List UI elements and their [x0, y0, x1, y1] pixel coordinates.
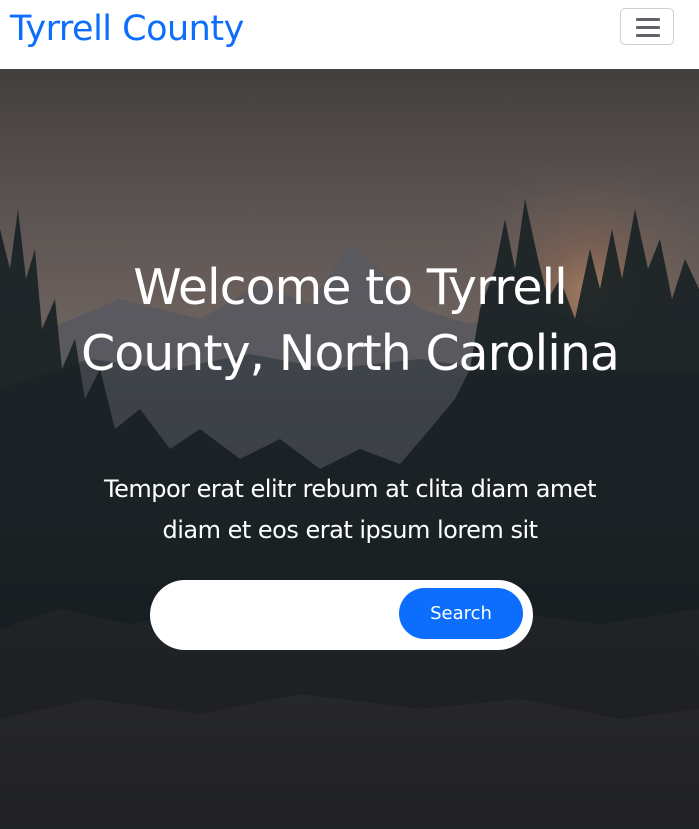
hero-title: Welcome to Tyrrell County, North Carolin… [81, 259, 620, 382]
hamburger-menu-icon [636, 18, 660, 37]
hero-background-image [0, 69, 699, 829]
search-bar: Search [150, 580, 533, 650]
navbar-toggler-button[interactable] [620, 8, 674, 45]
hero-subtitle: Tempor erat elitr rebum at clita diam am… [104, 475, 597, 544]
search-button[interactable]: Search [399, 588, 523, 639]
brand-link[interactable]: Tyrrell County [10, 6, 244, 52]
navbar: Tyrrell County [0, 0, 699, 69]
hero-section: Welcome to Tyrrell County, North Carolin… [0, 69, 699, 829]
search-input[interactable] [170, 590, 399, 642]
